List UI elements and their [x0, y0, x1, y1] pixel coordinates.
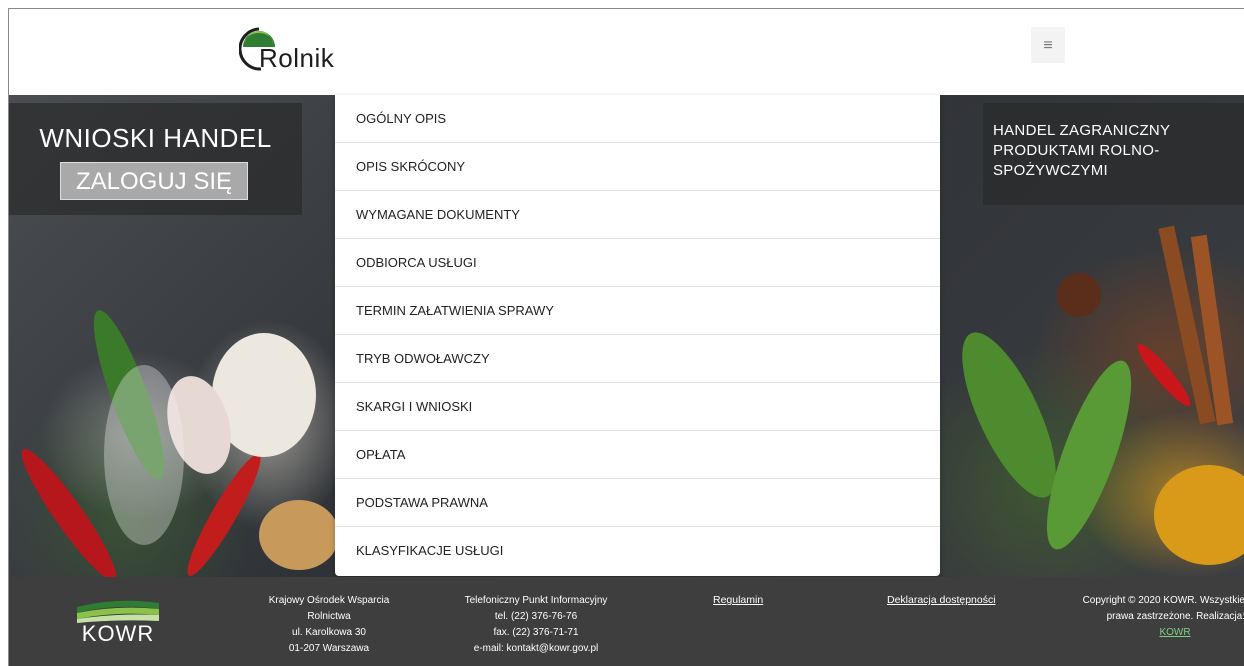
contact-line: Telefoniczny Punkt Informacyjny: [464, 595, 608, 606]
contact-line: fax. (22) 376-71-71: [493, 627, 579, 638]
accessibility-link[interactable]: Deklaracja dostępności: [887, 594, 996, 606]
menu-item-podstawa-prawna[interactable]: PODSTAWA PRAWNA: [335, 479, 940, 527]
kowr-logo[interactable]: KOWR: [75, 595, 161, 655]
footer-address: Krajowy Ośrodek Wsparcia Rolnictwa ul. K…: [249, 593, 409, 657]
menu-item-wymagane-dokumenty[interactable]: WYMAGANE DOKUMENTY: [335, 191, 940, 239]
footer-contact: Telefoniczny Punkt Informacyjny tel. (22…: [441, 593, 631, 657]
login-button[interactable]: ZALOGUJ SIĘ: [60, 162, 248, 200]
contact-email[interactable]: e-mail: kontakt@kowr.gov.pl: [441, 641, 631, 657]
menu-item-skargi[interactable]: SKARGI I WNIOSKI: [335, 383, 940, 431]
address-line: Krajowy Ośrodek Wsparcia: [268, 595, 390, 606]
menu-item-odbiorca-uslugi[interactable]: ODBIORCA USŁUGI: [335, 239, 940, 287]
site-footer: KOWR Krajowy Ośrodek Wsparcia Rolnictwa …: [9, 577, 1244, 666]
menu-item-opis-skrocony[interactable]: OPIS SKRÓCONY: [335, 143, 940, 191]
kowr-link[interactable]: KOWR: [1159, 627, 1190, 638]
menu-item-tryb-odwolawczy[interactable]: TRYB ODWOŁAWCZY: [335, 335, 940, 383]
menu-item-ogolny-opis[interactable]: OGÓLNY OPIS: [335, 95, 940, 143]
menu-item-klasyfikacje[interactable]: KLASYFIKACJE USŁUGI: [335, 527, 940, 575]
address-line: Rolnictwa: [307, 611, 351, 622]
menu-item-oplata[interactable]: OPŁATA: [335, 431, 940, 479]
rolnik-logo[interactable]: Rolnik: [239, 21, 349, 73]
copyright-line: Copyright © 2020 KOWR. Wszystkie: [1082, 595, 1244, 606]
copyright-line: prawa zastrzeżone. Realizacja:: [1106, 611, 1244, 622]
kowr-logo-fields-icon: [77, 600, 159, 623]
right-info-panel: HANDEL ZAGRANICZNY PRODUKTAMI ROLNO-SPOŻ…: [983, 103, 1244, 205]
address-line: ul. Karolkowa 30: [292, 627, 366, 638]
contact-line: tel. (22) 376-76-76: [494, 611, 578, 622]
site-header: Rolnik ≡: [9, 9, 1244, 96]
logo-text: Rolnik: [259, 43, 335, 73]
page-frame: Rolnik ≡ WNIOSKI HANDEL ZALOGUJ SIĘ HAND…: [8, 8, 1244, 666]
copyright-link-row: KOWR: [1065, 625, 1244, 641]
address-line: 01-207 Warszawa: [288, 643, 370, 654]
dropdown-menu: OGÓLNY OPIS OPIS SKRÓCONY WYMAGANE DOKUM…: [335, 95, 940, 576]
left-panel-title: WNIOSKI HANDEL: [39, 123, 272, 153]
left-info-panel: WNIOSKI HANDEL ZALOGUJ SIĘ: [9, 103, 302, 215]
menu-item-termin[interactable]: TERMIN ZAŁATWIENIA SPRAWY: [335, 287, 940, 335]
right-panel-title: HANDEL ZAGRANICZNY PRODUKTAMI ROLNO-SPOŻ…: [993, 122, 1171, 179]
menu-toggle-button[interactable]: ≡: [1031, 27, 1065, 63]
regulamin-link[interactable]: Regulamin: [713, 594, 763, 606]
footer-copyright: Copyright © 2020 KOWR. Wszystkie prawa z…: [1065, 593, 1244, 641]
kowr-logo-text: KOWR: [81, 621, 155, 646]
